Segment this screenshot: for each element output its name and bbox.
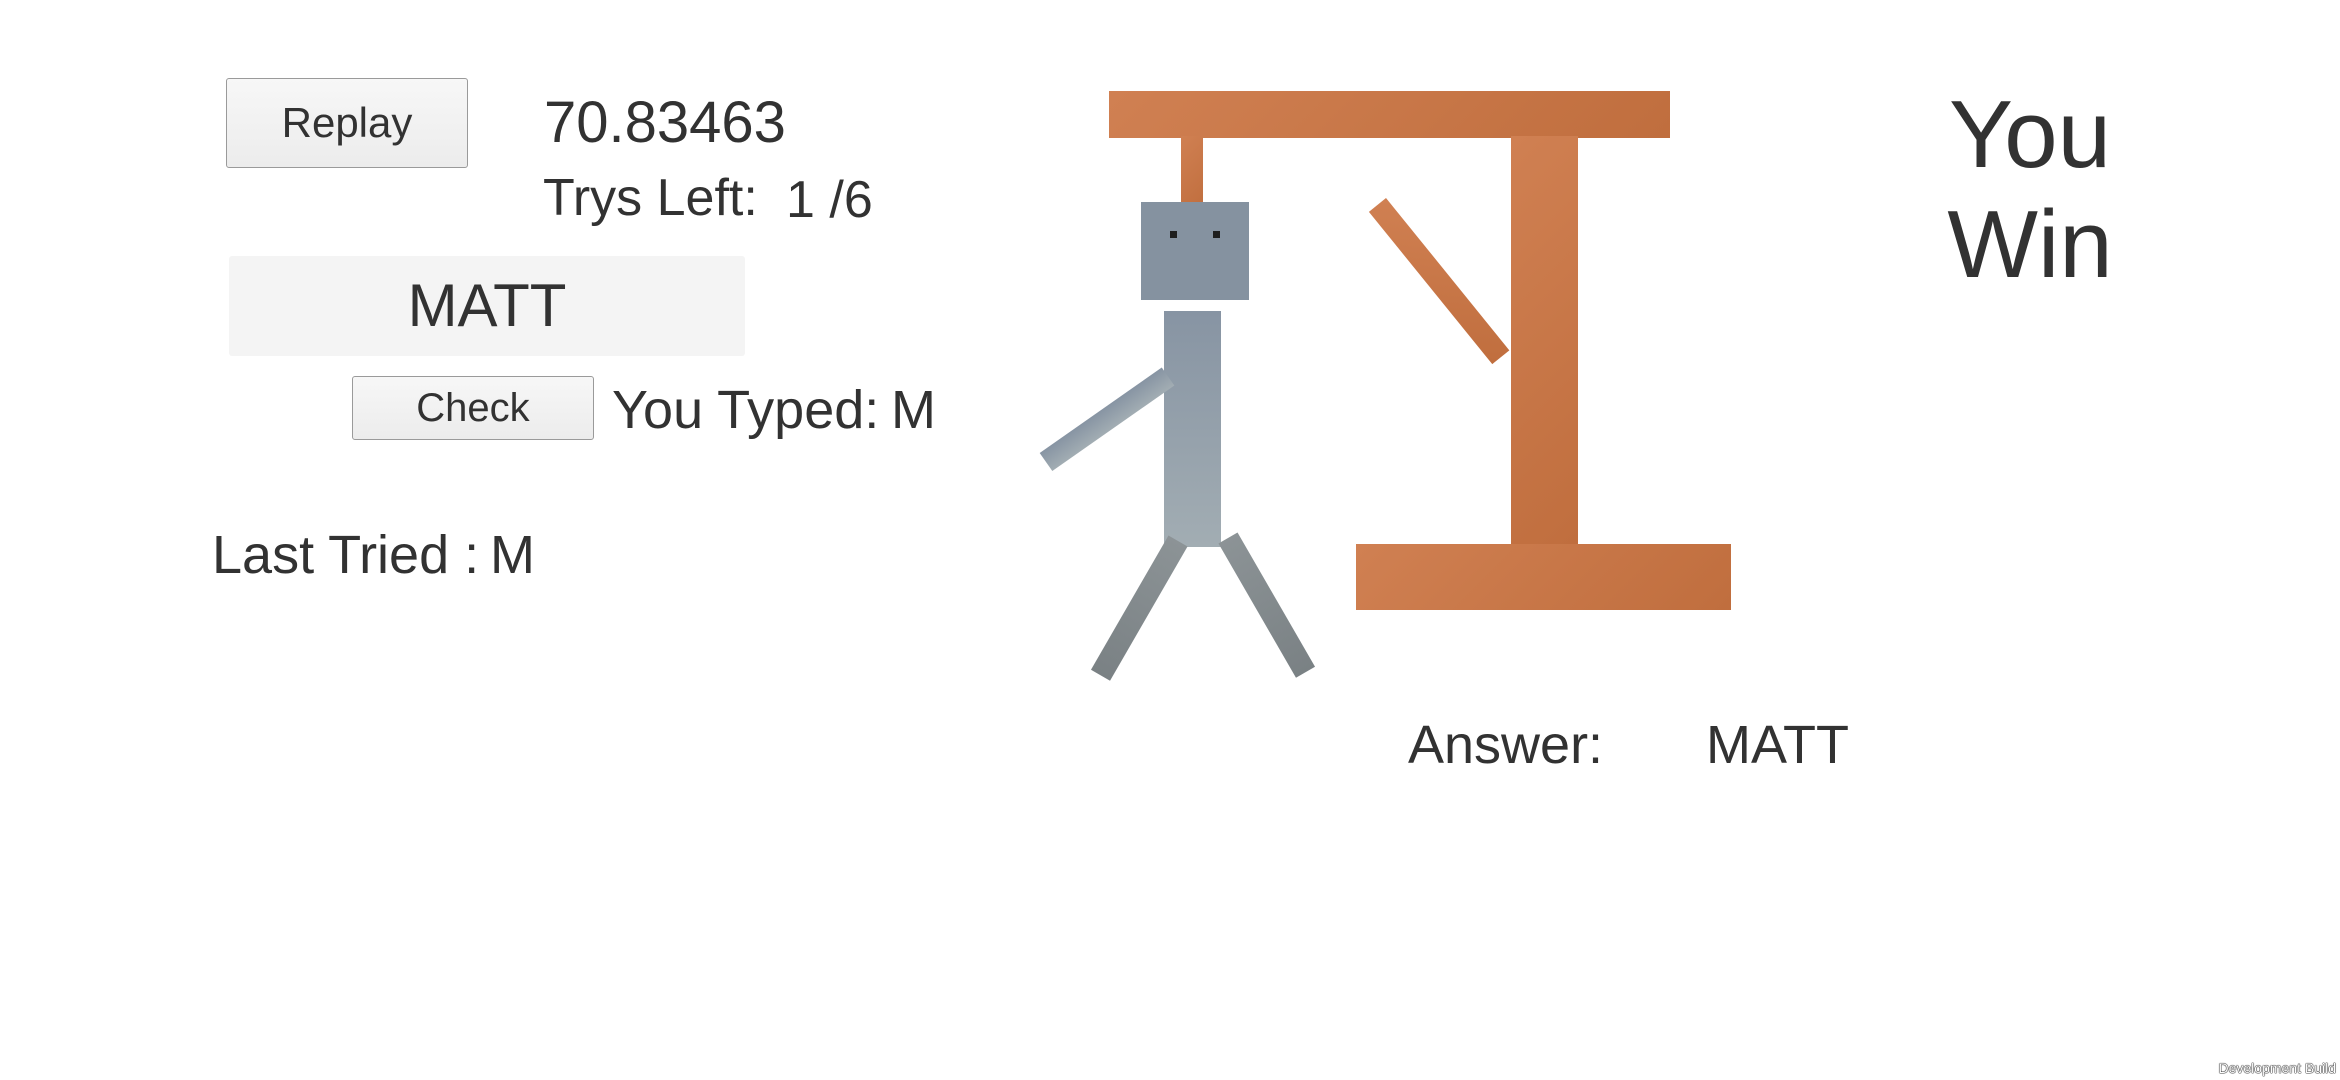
figure-head (1141, 202, 1249, 300)
gallows-top-beam (1109, 91, 1670, 138)
tries-left-label: Trys Left: (543, 169, 758, 227)
figure-left-eye (1170, 231, 1177, 238)
tries-left-value: 1 /6 (786, 171, 873, 229)
last-tried-value: M (490, 525, 535, 585)
gallows-post (1511, 136, 1578, 546)
you-typed-label: You Typed: (612, 380, 880, 440)
gallows-base (1356, 544, 1731, 610)
check-button-label: Check (416, 385, 530, 430)
last-tried-label: Last Tried : (212, 525, 480, 585)
figure-left-leg (1090, 535, 1188, 681)
replay-button-label: Replay (281, 99, 413, 146)
you-typed-value: M (891, 380, 936, 440)
figure-left-arm (1039, 367, 1175, 472)
word-input-value: MATT (407, 272, 567, 339)
word-input[interactable]: MATT (229, 256, 745, 356)
game-screen: Replay 70.83463 Trys Left: 1 /6 MATT Che… (0, 0, 2340, 1080)
replay-button[interactable]: Replay (226, 78, 468, 168)
figure-torso (1164, 311, 1221, 547)
result-message: You Win (1947, 81, 2113, 298)
figure-right-leg (1218, 532, 1316, 678)
timer-readout: 70.83463 (544, 90, 786, 155)
check-button[interactable]: Check (352, 376, 594, 440)
figure-right-eye (1213, 231, 1220, 238)
development-build-watermark: Development Build (2218, 1060, 2336, 1076)
gallows-brace (1368, 198, 1510, 365)
gallows-rope (1181, 136, 1203, 210)
answer-label: Answer: (1408, 715, 1604, 775)
answer-value: MATT (1706, 715, 1849, 775)
